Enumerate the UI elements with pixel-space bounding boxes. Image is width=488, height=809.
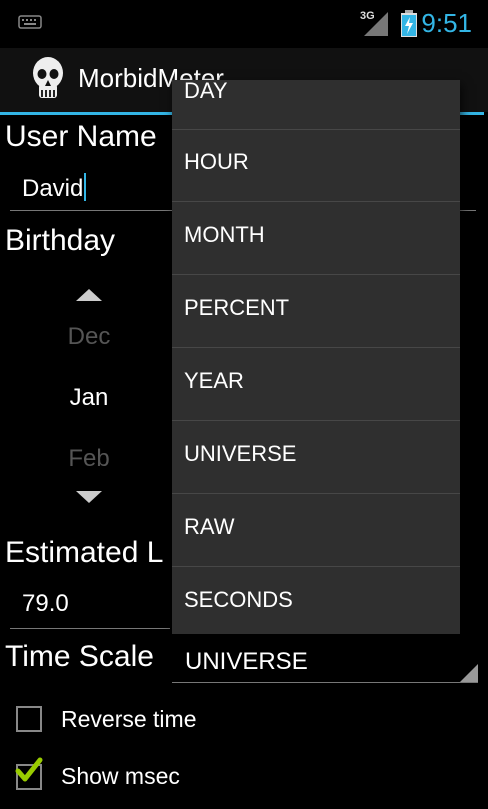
show-msec-checkbox[interactable] xyxy=(15,757,43,790)
month-previous[interactable]: Dec xyxy=(48,323,130,351)
checkmark-icon xyxy=(15,757,43,782)
dropdown-item-label: UNIVERSE xyxy=(184,441,297,466)
month-current[interactable]: Jan xyxy=(48,384,130,412)
dropdown-item-seconds[interactable]: SECONDS xyxy=(172,568,460,634)
text-cursor xyxy=(84,173,87,201)
spinner-corner-icon xyxy=(460,664,478,682)
dropdown-item-day[interactable]: DAY xyxy=(172,80,460,130)
user-name-label: User Name xyxy=(5,120,157,153)
network-type-label: 3G xyxy=(360,10,375,22)
dropdown-item-label: MONTH xyxy=(184,222,265,247)
estimated-life-input[interactable]: 79.0 xyxy=(22,590,69,618)
time-scale-spinner-underline xyxy=(172,682,478,683)
status-bar: 3G 9:51 xyxy=(0,0,488,48)
dropdown-item-universe[interactable]: UNIVERSE xyxy=(172,422,460,494)
reverse-time-label[interactable]: Reverse time xyxy=(61,706,196,733)
dropdown-item-label: DAY xyxy=(184,80,228,103)
dropdown-item-label: SECONDS xyxy=(184,587,293,612)
show-msec-label[interactable]: Show msec xyxy=(61,763,180,790)
user-name-value: David xyxy=(22,175,84,202)
dropdown-item-percent[interactable]: PERCENT xyxy=(172,276,460,348)
keyboard-icon xyxy=(18,15,42,29)
dropdown-item-hour[interactable]: HOUR xyxy=(172,130,460,202)
battery-charging-icon xyxy=(401,10,417,37)
dropdown-item-label: HOUR xyxy=(184,149,249,174)
time-scale-label: Time Scale xyxy=(5,640,154,673)
time-scale-spinner[interactable]: UNIVERSE xyxy=(185,648,308,676)
estimated-life-label: Estimated L xyxy=(5,536,164,569)
month-decrement-arrow-icon[interactable] xyxy=(76,491,102,503)
dropdown-item-year[interactable]: YEAR xyxy=(172,349,460,421)
birthday-label: Birthday xyxy=(5,224,116,257)
dropdown-item-month[interactable]: MONTH xyxy=(172,203,460,275)
clock: 9:51 xyxy=(421,8,472,38)
dropdown-item-label: PERCENT xyxy=(184,295,290,320)
dropdown-item-label: YEAR xyxy=(184,368,244,393)
reverse-time-checkbox[interactable] xyxy=(16,706,42,732)
month-increment-arrow-icon[interactable] xyxy=(76,289,102,301)
user-name-input[interactable]: David xyxy=(22,173,87,203)
dropdown-item-raw[interactable]: RAW xyxy=(172,495,460,567)
month-next[interactable]: Feb xyxy=(48,445,130,473)
time-scale-dropdown: DAY HOUR MONTH PERCENT YEAR UNIVERSE RAW… xyxy=(172,80,460,634)
estimated-life-underline xyxy=(10,628,170,629)
dropdown-item-label: RAW xyxy=(184,514,235,539)
skull-icon[interactable] xyxy=(30,56,66,104)
